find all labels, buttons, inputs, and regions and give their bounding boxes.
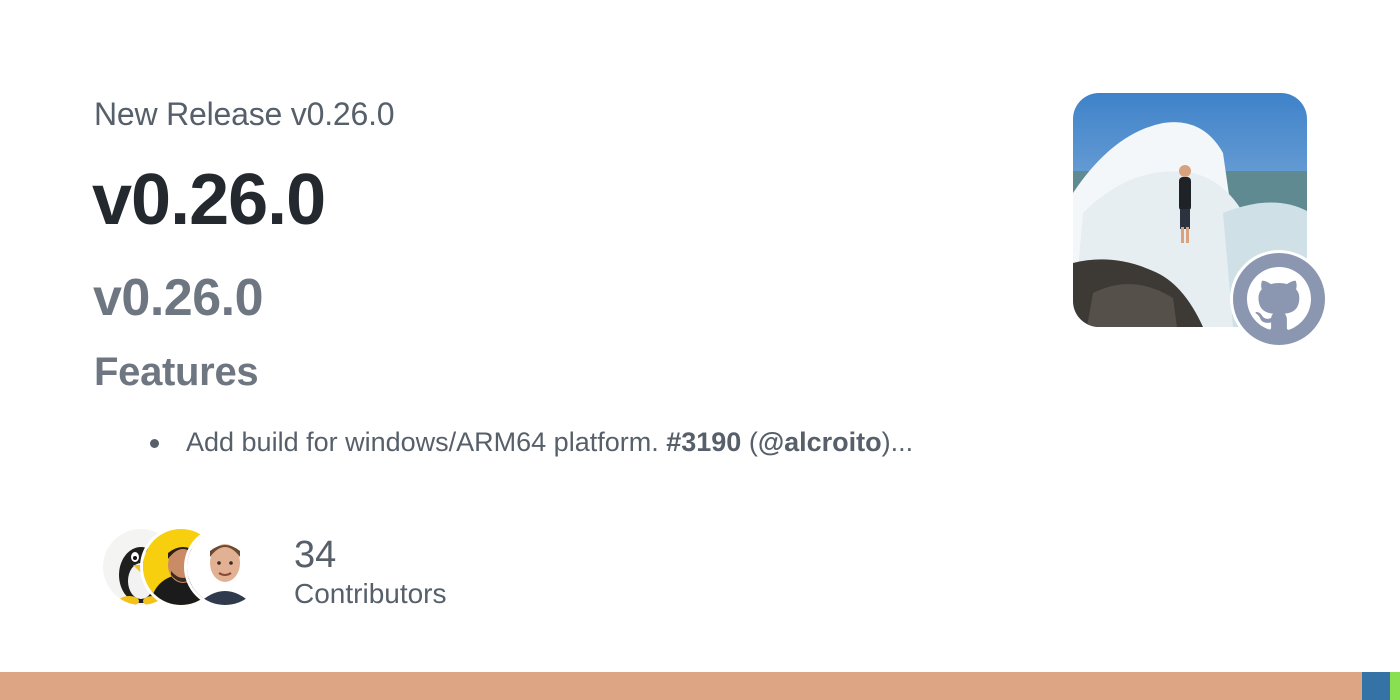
- language-bar: [0, 672, 1400, 700]
- language-bar-segment-rust: [0, 672, 1363, 700]
- ellipsis: )...: [881, 427, 914, 457]
- github-mark-icon: [1228, 248, 1330, 350]
- language-bar-segment-shell: [1390, 672, 1400, 700]
- release-title: v0.26.0: [92, 160, 326, 240]
- contributor-avatars: [100, 526, 270, 610]
- avatar: [184, 526, 266, 608]
- author-link[interactable]: @alcroito: [758, 427, 882, 457]
- paren-open: (: [741, 427, 758, 457]
- feature-list: Add build for windows/ARM64 platform. #3…: [150, 424, 913, 460]
- bullet-icon: [150, 439, 159, 448]
- release-heading: v0.26.0: [93, 269, 264, 327]
- contributors-count: 34: [294, 534, 337, 576]
- release-subtitle: New Release v0.26.0: [94, 96, 395, 132]
- contributors-label: Contributors: [294, 578, 447, 609]
- release-card: New Release v0.26.0 v0.26.0 v0.26.0 Feat…: [0, 0, 1400, 700]
- language-bar-segment-python: [1362, 672, 1391, 700]
- list-item: Add build for windows/ARM64 platform. #3…: [150, 424, 913, 460]
- feature-text: Add build for windows/ARM64 platform.: [186, 427, 667, 457]
- section-heading-features: Features: [94, 350, 259, 394]
- pr-link[interactable]: #3190: [666, 427, 741, 457]
